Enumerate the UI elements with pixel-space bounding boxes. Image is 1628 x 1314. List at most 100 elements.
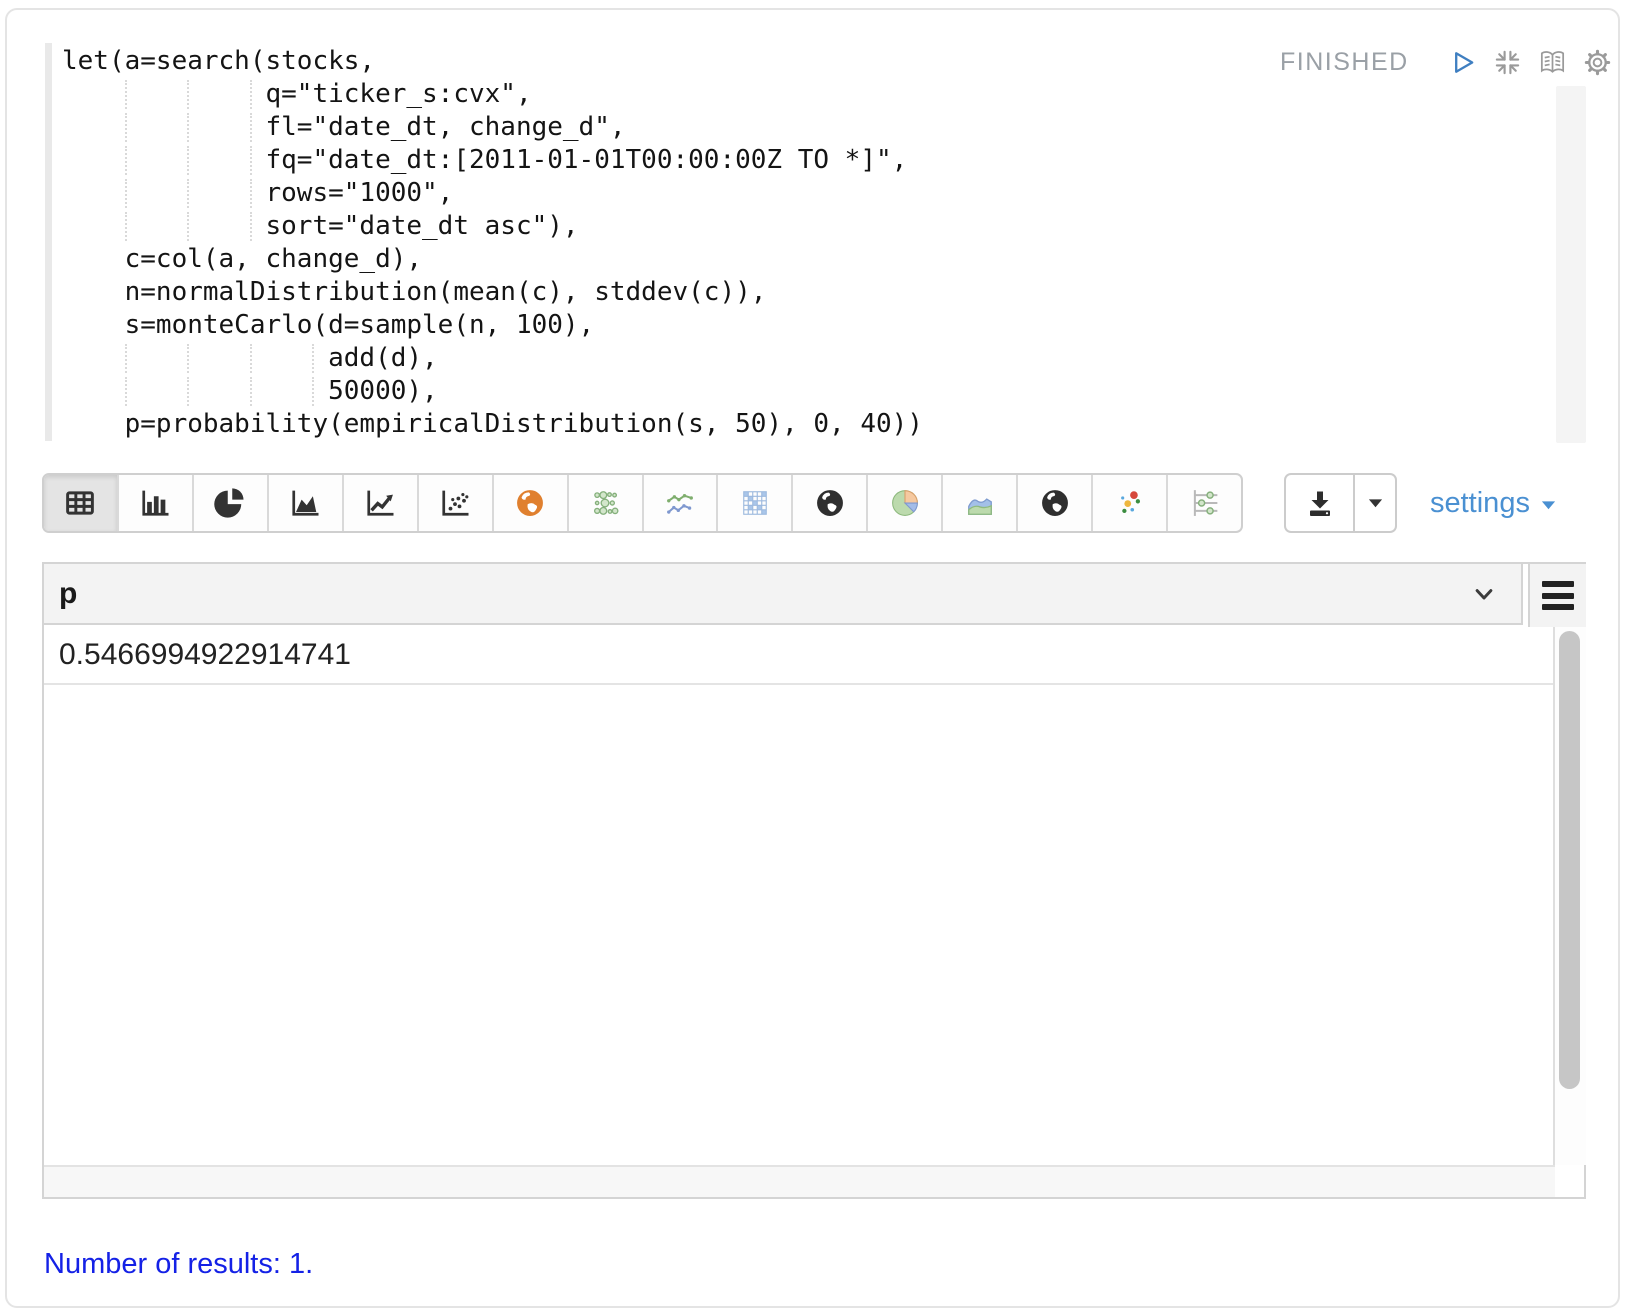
caret-down-icon — [1367, 497, 1384, 509]
download-caret-button[interactable] — [1355, 475, 1395, 531]
table-icon — [62, 485, 98, 521]
chart-button-area-pastel[interactable] — [943, 475, 1018, 531]
heatmap-icon — [737, 485, 773, 521]
chart-button-multi-line-chart[interactable] — [644, 475, 719, 531]
status-label: FINISHED — [1280, 48, 1409, 77]
indent-guide — [250, 113, 252, 142]
indent-guide — [125, 212, 127, 241]
grid-menu-button[interactable] — [1528, 564, 1586, 629]
column-menu-button[interactable] — [1468, 578, 1500, 610]
scrollbar-corner — [1555, 1165, 1584, 1197]
chart-button-pie-chart[interactable] — [194, 475, 269, 531]
download-icon — [1304, 487, 1336, 519]
indent-guide — [125, 80, 127, 109]
multi-line-icon — [662, 485, 698, 521]
editor-scrollbar-track[interactable] — [1556, 86, 1586, 443]
chart-button-line-chart[interactable] — [344, 475, 419, 531]
play-icon — [1447, 47, 1478, 78]
paragraph-settings-button[interactable] — [1582, 47, 1613, 78]
chart-button-table[interactable] — [44, 475, 119, 531]
code-line: 50000), — [62, 375, 923, 408]
chart-button-geo-map-1[interactable] — [793, 475, 868, 531]
gear-icon — [1582, 47, 1613, 78]
code-line: rows="1000", — [62, 177, 923, 210]
indent-guide — [312, 344, 314, 373]
shrink-width-button[interactable] — [1492, 47, 1523, 78]
area-chart-icon — [287, 485, 323, 521]
indent-guide — [250, 344, 252, 373]
chevron-down-icon — [1468, 578, 1500, 610]
bar-chart-icon — [137, 485, 173, 521]
indent-guide — [125, 179, 127, 208]
table-row[interactable]: 0.5466994922914741 — [44, 627, 1553, 685]
paragraph-status: FINISHED — [1280, 44, 1613, 80]
indent-guide — [250, 179, 252, 208]
dots-colored-icon — [1112, 485, 1148, 521]
indent-guide — [125, 377, 127, 406]
code-line: q="ticker_s:cvx", — [62, 78, 923, 111]
paragraph-container: let(a=search(stocks, q="ticker_s:cvx", f… — [0, 0, 1628, 1314]
chart-button-bubble-chart[interactable] — [569, 475, 644, 531]
code-line: p=probability(empiricalDistribution(s, 5… — [62, 408, 923, 441]
code-line: c=col(a, change_d), — [62, 243, 923, 276]
chart-button-pie-pastel[interactable] — [868, 475, 943, 531]
indent-guide — [312, 377, 314, 406]
indent-guide — [125, 146, 127, 175]
download-button[interactable] — [1286, 475, 1355, 531]
table-cell-value: 0.5466994922914741 — [44, 638, 351, 672]
line-chart-icon — [362, 485, 398, 521]
download-split-button — [1284, 473, 1397, 533]
globe-dark-icon — [812, 485, 848, 521]
code-editor-content[interactable]: let(a=search(stocks, q="ticker_s:cvx", f… — [62, 45, 923, 441]
chart-button-scatter-colored[interactable] — [1093, 475, 1168, 531]
chart-button-sliders[interactable] — [1168, 475, 1241, 531]
indent-guide — [187, 377, 189, 406]
chart-button-bar-chart[interactable] — [119, 475, 194, 531]
number-of-results-text: Number of results: 1. — [44, 1248, 313, 1281]
code-line: let(a=search(stocks, — [62, 45, 923, 78]
book-icon — [1537, 47, 1568, 78]
chart-button-map-orange[interactable] — [494, 475, 569, 531]
indent-guide — [250, 377, 252, 406]
indent-guide — [187, 146, 189, 175]
settings-link[interactable]: settings — [1430, 473, 1557, 533]
indent-guide — [187, 80, 189, 109]
indent-guide — [125, 113, 127, 142]
chart-button-heatmap[interactable] — [718, 475, 793, 531]
chart-type-toolbar — [42, 473, 1243, 533]
indent-guide — [187, 113, 189, 142]
indent-guide — [250, 146, 252, 175]
indent-guide — [187, 344, 189, 373]
horizontal-scrollbar-track[interactable] — [44, 1165, 1584, 1197]
globe-orange-icon — [512, 485, 548, 521]
globe-dark-icon — [1037, 485, 1073, 521]
code-line: s=monteCarlo(d=sample(n, 100), — [62, 309, 923, 342]
scatter-icon — [437, 485, 473, 521]
code-line: fl="date_dt, change_d", — [62, 111, 923, 144]
chart-button-geo-map-2[interactable] — [1018, 475, 1093, 531]
chart-button-area-chart[interactable] — [269, 475, 344, 531]
pie-pastel-icon — [887, 485, 923, 521]
area-pastel-icon — [962, 485, 998, 521]
column-header-p[interactable]: p — [44, 564, 1523, 625]
indent-guide — [187, 212, 189, 241]
run-button[interactable] — [1447, 47, 1478, 78]
indent-guide — [125, 344, 127, 373]
settings-label: settings — [1430, 487, 1530, 520]
compress-icon — [1492, 47, 1523, 78]
code-line: add(d), — [62, 342, 923, 375]
sliders-icon — [1187, 485, 1223, 521]
indent-guide — [187, 179, 189, 208]
reader-mode-button[interactable] — [1537, 47, 1568, 78]
indent-guide — [250, 80, 252, 109]
editor-gutter — [45, 43, 52, 441]
chart-button-scatter-plot[interactable] — [419, 475, 494, 531]
code-line: n=normalDistribution(mean(c), stddev(c))… — [62, 276, 923, 309]
caret-down-icon — [1540, 499, 1557, 511]
code-line: sort="date_dt asc"), — [62, 210, 923, 243]
hamburger-icon — [1542, 581, 1574, 587]
code-line: fq="date_dt:[2011-01-01T00:00:00Z TO *]"… — [62, 144, 923, 177]
indent-guide — [250, 212, 252, 241]
bubble-chart-icon — [587, 485, 623, 521]
vertical-scrollbar-thumb[interactable] — [1559, 631, 1580, 1089]
